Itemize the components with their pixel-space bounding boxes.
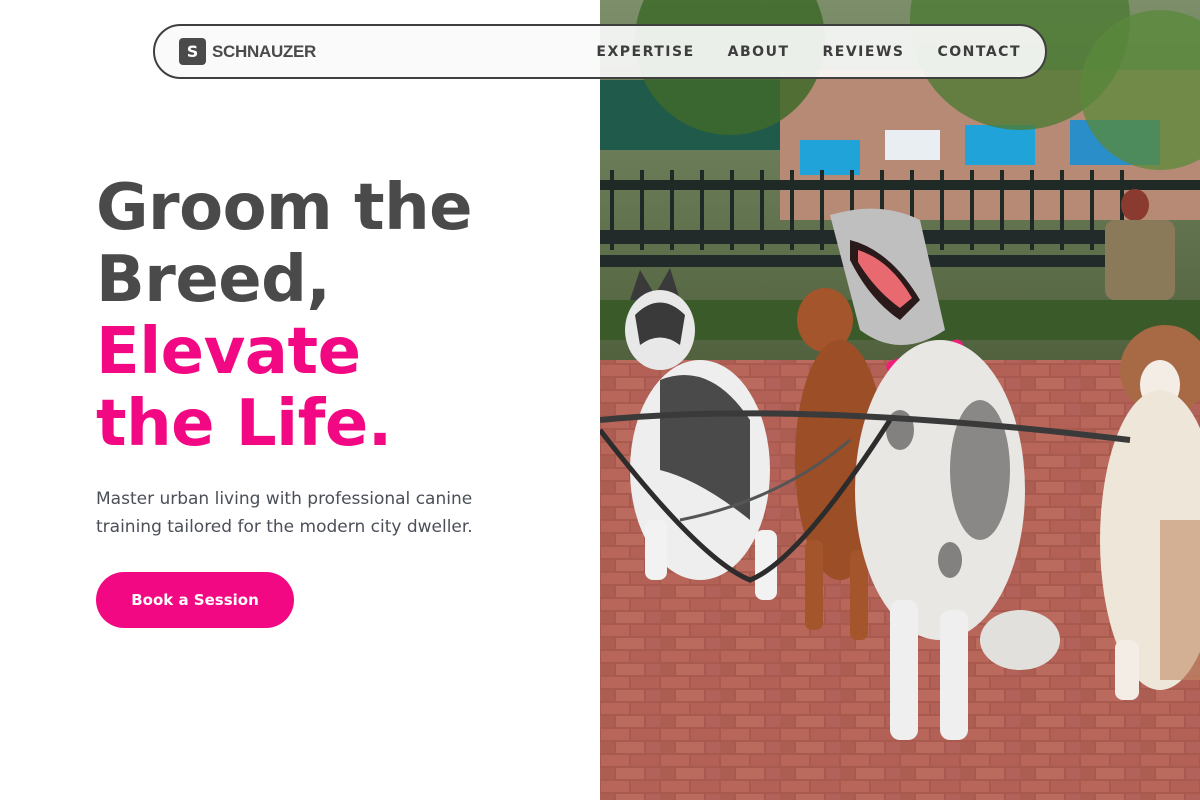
brand-logo[interactable]: S SCHNAUZER [179, 38, 316, 65]
landing-page: S SCHNAUZER EXPERTISE ABOUT REVIEWS CONT… [0, 0, 1200, 800]
book-session-button[interactable]: Book a Session [96, 572, 294, 628]
brand-name: SCHNAUZER [212, 41, 317, 61]
hero-subtitle-line-1: Master urban living with professional ca… [96, 489, 473, 509]
hero-title-line-1: Groom the [96, 171, 473, 245]
nav-link-reviews[interactable]: REVIEWS [823, 44, 905, 60]
hero-title-line-2: Breed, [96, 243, 331, 317]
top-navbar: S SCHNAUZER EXPERTISE ABOUT REVIEWS CONT… [153, 24, 1047, 79]
hero-accent-line-1: Elevate [96, 315, 361, 389]
s-logo-icon: S [179, 38, 206, 65]
hero-subtitle: Master urban living with professional ca… [96, 485, 506, 541]
hero-photo-dogs [600, 0, 1200, 800]
hero-accent-line-2: the Life. [96, 387, 392, 461]
nav-links: EXPERTISE ABOUT REVIEWS CONTACT [596, 44, 1021, 60]
nav-link-expertise[interactable]: EXPERTISE [596, 44, 694, 60]
hero-title: Groom the Breed, Elevate the Life. [96, 171, 473, 461]
nav-link-about[interactable]: ABOUT [728, 44, 790, 60]
nav-link-contact[interactable]: CONTACT [937, 44, 1021, 60]
hero-subtitle-line-2: training tailored for the modern city dw… [96, 517, 473, 537]
